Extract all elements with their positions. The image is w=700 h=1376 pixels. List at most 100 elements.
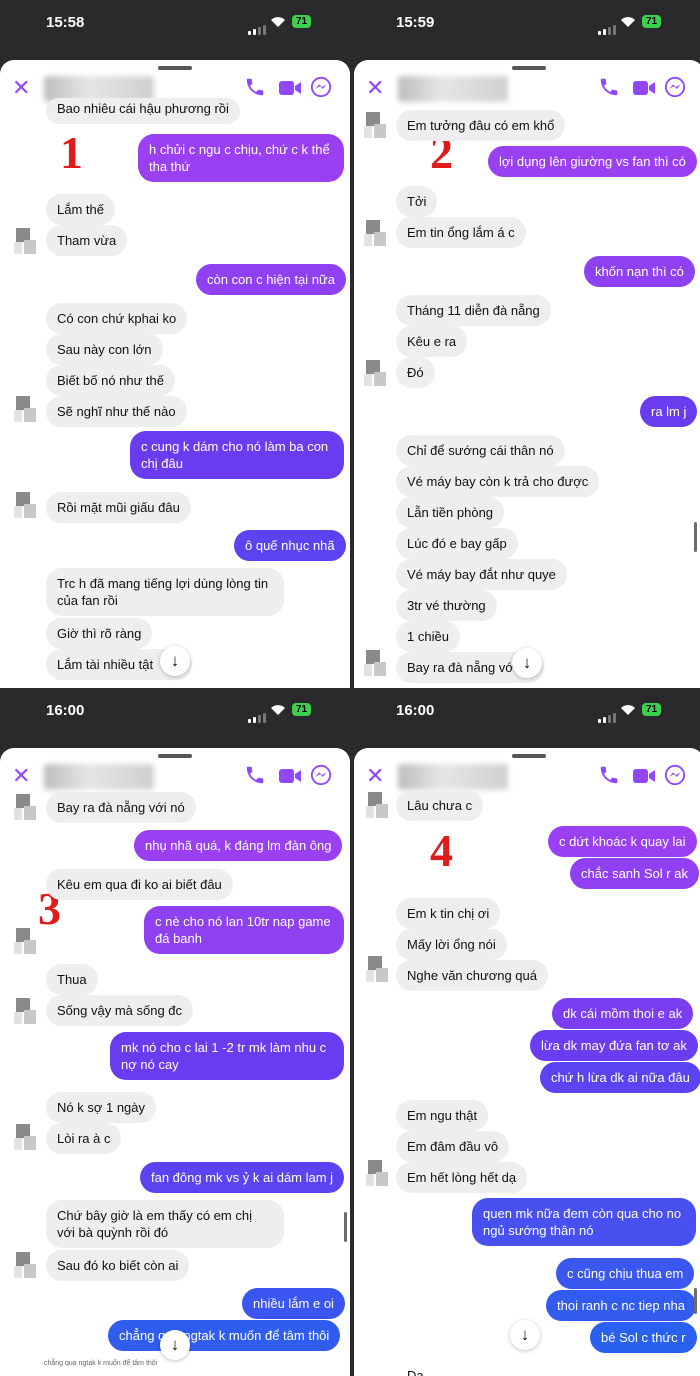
- avatar: [364, 650, 386, 678]
- message-bubble-incoming: Nó k sợ 1 ngày: [46, 1092, 157, 1123]
- close-icon[interactable]: ✕: [366, 77, 384, 99]
- clock: 16:00: [46, 702, 85, 719]
- message-bubble-incoming: Lúc đó e bay gấp: [396, 528, 518, 559]
- message-bubble-incoming: Giờ thì rõ ràng: [46, 618, 153, 649]
- clock: 15:59: [396, 14, 435, 31]
- cellular-signal-icon: [248, 705, 268, 723]
- message-bubble-incoming: Em tưởng đâu có em khổ: [396, 110, 566, 141]
- message-bubble-incoming: Thua: [46, 964, 98, 995]
- message-bubble-incoming: Em tin ổng lắm á c: [396, 217, 526, 248]
- chat-sheet: ✕ 3 Bay ra đà nẵng với nó nhụ nhã quá, k…: [0, 748, 350, 1376]
- messenger-icon[interactable]: [310, 76, 332, 103]
- contact-name-redacted: [398, 764, 508, 790]
- message-bubble-incoming: Lâu chưa c: [396, 790, 484, 821]
- messenger-icon[interactable]: [310, 764, 332, 791]
- wifi-icon: [621, 705, 635, 715]
- message-bubble-incoming: Em ngu thật: [396, 1100, 489, 1131]
- panel-number: 4: [430, 825, 453, 876]
- chat-sheet: ✕ 4 Lâu chưa c c dứt khoác k quay lai ch…: [354, 748, 700, 1376]
- battery-indicator: 71: [642, 703, 662, 716]
- message-bubble-outgoing: bé Sol c thức r: [590, 1322, 697, 1353]
- message-bubble-outgoing: quen mk nữa đem còn qua cho no ngủ sướng…: [472, 1198, 696, 1246]
- header-actions: [244, 76, 336, 100]
- message-bubble-outgoing: còn con c hiện tại nữa: [196, 264, 346, 295]
- message-bubble-outgoing: ô quế nhục nhã: [234, 530, 346, 561]
- message-bubble-outgoing: chắc sanh Sol r ak: [570, 858, 699, 889]
- message-bubble-incoming: Em đâm đầu vô: [396, 1131, 510, 1162]
- arrow-down-icon[interactable]: ↓: [160, 646, 190, 676]
- phone-icon[interactable]: [598, 764, 620, 791]
- avatar: [364, 220, 386, 248]
- message-bubble-incoming: Mấy lời ổng nói: [396, 929, 507, 960]
- message-bubble-incoming: 1 chiều: [396, 621, 460, 652]
- scrollbar[interactable]: [344, 1212, 347, 1242]
- scrollbar[interactable]: [694, 1288, 697, 1314]
- message-bubble-incoming: Nghe văn chương quá: [396, 960, 548, 991]
- message-bubble-outgoing: c dứt khoác k quay lai: [548, 826, 697, 857]
- messenger-icon[interactable]: [664, 764, 686, 791]
- message-bubble-outgoing: chẳng qua ngtak k muốn để tâm thôi: [108, 1320, 341, 1351]
- avatar: [14, 492, 36, 520]
- video-icon[interactable]: [278, 78, 302, 103]
- close-icon[interactable]: ✕: [366, 765, 384, 787]
- message-bubble-incoming: Sau đó ko biết còn ai: [46, 1250, 190, 1281]
- message-bubble-incoming: Tham vừa: [46, 225, 128, 256]
- message-bubble-incoming: Em k tin chị ơi: [396, 898, 501, 929]
- contact-name-redacted: [398, 76, 508, 102]
- battery-indicator: 71: [642, 15, 662, 28]
- message-bubble-outgoing: khốn nạn thì có: [584, 256, 695, 287]
- chat-sheet: ✕ 1 Bao nhiêu cái hậu phương rồi h chửi …: [0, 60, 350, 688]
- avatar: [364, 112, 386, 140]
- cellular-signal-icon: [248, 17, 268, 35]
- status-bar: 16:00 71: [0, 688, 350, 734]
- wifi-icon: [271, 705, 285, 715]
- message-bubble-incoming: Sống vậy mà sống đc: [46, 995, 194, 1026]
- sheet-grabber[interactable]: [158, 66, 192, 70]
- battery-indicator: 71: [292, 703, 312, 716]
- close-icon[interactable]: ✕: [12, 77, 30, 99]
- header-actions: [598, 764, 690, 788]
- message-bubble-incoming: Lẫn tiền phòng: [396, 497, 505, 528]
- chat-sheet: ✕ 2 Em tưởng đâu có em khổ lợi dụng lên …: [354, 60, 700, 688]
- message-bubble-incoming: Chứ bây giờ là em thấy có em chị với bà …: [46, 1200, 284, 1248]
- avatar: [364, 360, 386, 388]
- avatar: [14, 928, 36, 956]
- video-icon[interactable]: [632, 78, 656, 103]
- avatar: [14, 1252, 36, 1280]
- message-bubble-outgoing: c nè cho nó lan 10tr nap game đá banh: [144, 906, 344, 954]
- sheet-grabber[interactable]: [512, 754, 546, 758]
- scrollbar[interactable]: [694, 522, 697, 552]
- sheet-grabber[interactable]: [512, 66, 546, 70]
- message-bubble-incoming: Vé máy bay còn k trả cho được: [396, 466, 600, 497]
- message-bubble-incoming: Sẽ nghĩ như thế nào: [46, 396, 187, 427]
- arrow-down-icon[interactable]: ↓: [512, 648, 542, 678]
- message-bubble-incoming: Trc h đã mang tiếng lợi dùng lòng tin củ…: [46, 568, 284, 616]
- message-bubble-incoming: Bao nhiêu cái hậu phương rồi: [46, 98, 240, 124]
- phone-icon[interactable]: [244, 764, 266, 791]
- video-icon[interactable]: [632, 766, 656, 791]
- video-icon[interactable]: [278, 766, 302, 791]
- arrow-down-icon[interactable]: ↓: [160, 1330, 190, 1360]
- avatar: [14, 794, 36, 822]
- sheet-grabber[interactable]: [158, 754, 192, 758]
- wifi-icon: [621, 17, 635, 27]
- phone-icon[interactable]: [598, 76, 620, 103]
- avatar: [366, 792, 388, 820]
- screenshot-panel-4: 16:00 71 ✕ 4 Lâu chưa c c dứt khoác k qu…: [350, 688, 700, 1376]
- cellular-signal-icon: [598, 705, 618, 723]
- avatar: [366, 956, 388, 984]
- avatar: [14, 228, 36, 256]
- phone-icon[interactable]: [244, 76, 266, 103]
- status-bar: 15:59 71: [350, 0, 700, 46]
- panel-number: 1: [60, 127, 83, 178]
- close-icon[interactable]: ✕: [12, 765, 30, 787]
- message-bubble-outgoing: nhụ nhã quá, k đáng lm đàn ông: [134, 830, 343, 861]
- message-bubble-incoming: Kêu em qua đi ko ai biết đâu: [46, 869, 233, 900]
- message-bubble-incoming: Em hết lòng hết dạ: [396, 1162, 528, 1193]
- arrow-down-icon[interactable]: ↓: [510, 1320, 540, 1350]
- message-bubble-incoming: Kêu e ra: [396, 326, 468, 357]
- messenger-icon[interactable]: [664, 76, 686, 103]
- status-bar: 16:00 71: [350, 688, 700, 734]
- avatar: [14, 998, 36, 1026]
- screenshot-panel-2: 15:59 71 ✕ 2 Em tưởng đâu có em khổ lợi …: [350, 0, 700, 688]
